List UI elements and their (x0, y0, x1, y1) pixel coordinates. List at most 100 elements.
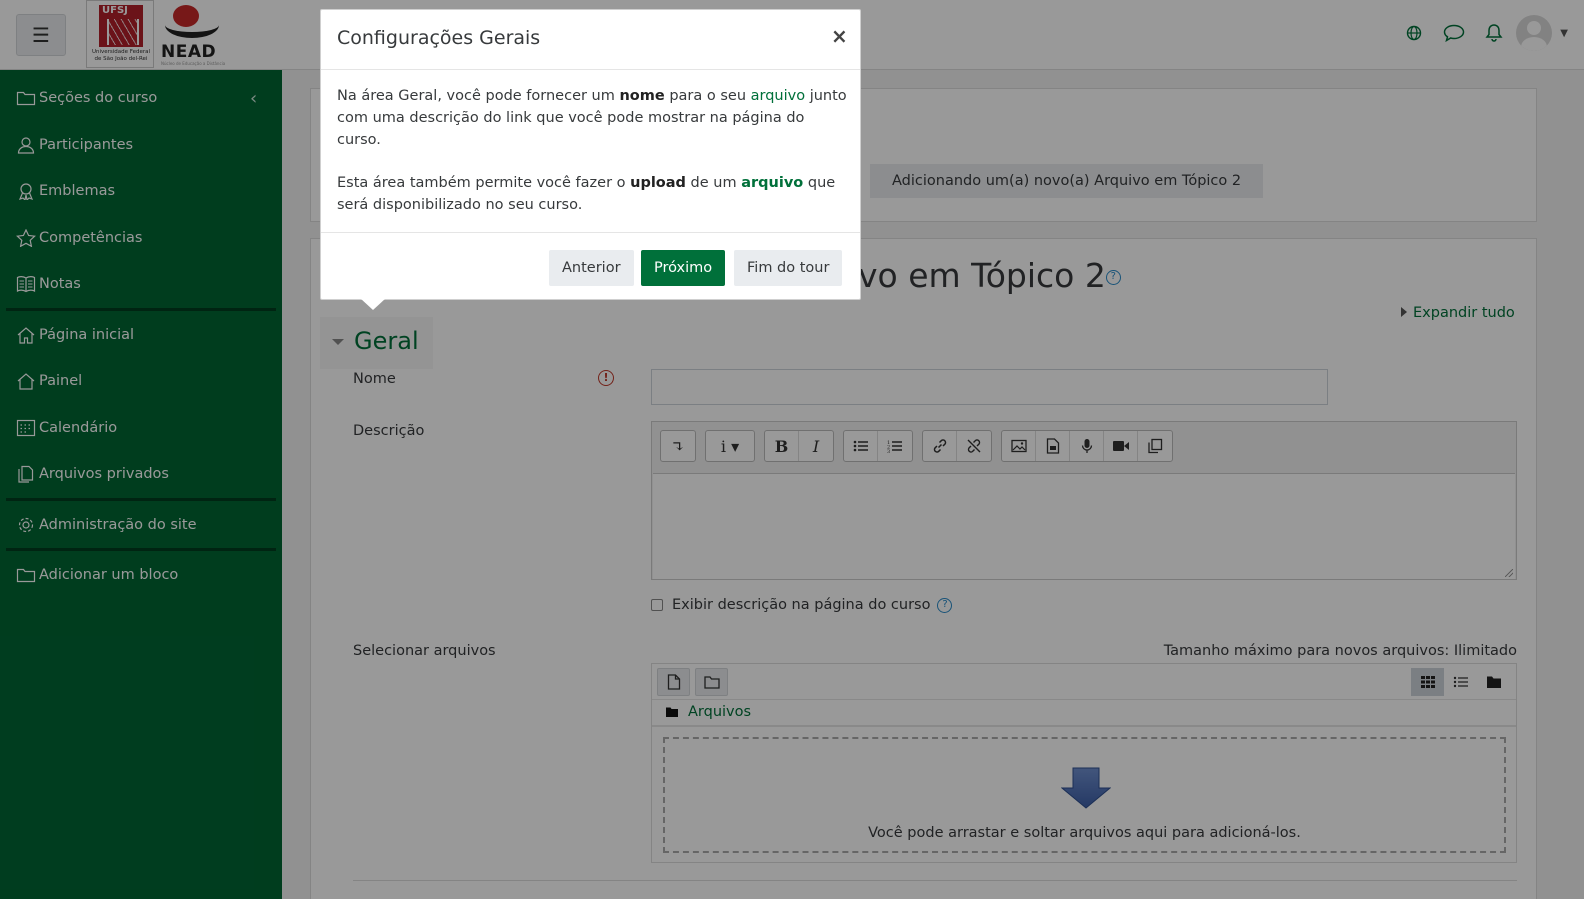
user-menu-caret-icon[interactable]: ▼ (1560, 28, 1568, 39)
tour-paragraph-1: Na área Geral, você pode fornecer um nom… (337, 85, 847, 151)
show-description-checkbox[interactable] (651, 599, 663, 611)
message-icon[interactable] (1438, 24, 1470, 42)
users-icon (17, 137, 35, 154)
close-icon[interactable]: × (831, 24, 848, 48)
tour-paragraph-2: Esta área também permite você fazer o up… (337, 172, 847, 216)
tree-view-icon[interactable] (1477, 668, 1510, 696)
sidebar-item-label: Notas (39, 276, 81, 292)
sidebar-item-grades[interactable]: Notas (16, 271, 81, 297)
section-header-general[interactable]: Geral (332, 327, 419, 355)
calendar-icon (16, 419, 36, 437)
link-icon[interactable] (923, 431, 957, 461)
sidebar-nav: ‹ Seções do curso Participantes Emblemas… (0, 70, 282, 899)
sidebar-item-label: Administração do site (39, 517, 197, 533)
resize-handle-icon[interactable] (1505, 569, 1513, 577)
gear-icon (18, 517, 34, 533)
collapse-toolbar-icon[interactable]: ↴ (661, 431, 695, 461)
bell-icon[interactable] (1478, 23, 1510, 43)
file-manager: Arquivos Você pode arrastar e soltar arq… (651, 663, 1517, 863)
hamburger-menu-button[interactable]: ☰ (16, 14, 66, 56)
paragraph-style-icon[interactable]: i ▾ (706, 431, 754, 461)
collapse-chevron-icon[interactable]: ‹ (250, 88, 257, 109)
media-file-icon[interactable] (1036, 431, 1070, 461)
select-files-label: Selecionar arquivos (353, 643, 496, 659)
numbered-list-icon[interactable]: 123 (878, 431, 912, 461)
folder-name: Arquivos (688, 704, 752, 720)
dashboard-icon (17, 373, 35, 390)
page-title-text: vo em Tópico 2 (858, 256, 1106, 295)
dropzone-text: Você pode arrastar e soltar arquivos aqu… (868, 825, 1301, 841)
sidebar-item-private-files[interactable]: Arquivos privados (16, 461, 169, 487)
help-icon[interactable]: ? (937, 597, 953, 613)
caret-right-icon (1401, 307, 1407, 317)
tour-link[interactable]: arquivo (741, 175, 803, 191)
expand-all-link[interactable]: Expandir tudo (1401, 305, 1515, 321)
sidebar-item-label: Competências (39, 230, 143, 246)
end-tour-button[interactable]: Fim do tour (734, 250, 843, 286)
sidebar-item-site-admin[interactable]: Administração do site (16, 512, 197, 538)
sidebar-item-competencies[interactable]: Competências (16, 225, 142, 251)
sidebar-item-badges[interactable]: Emblemas (16, 178, 115, 204)
user-avatar[interactable] (1516, 15, 1553, 51)
ufsj-logo-caption: Universidade Federal de São João del-Rei (91, 49, 151, 62)
tour-text-bold: nome (619, 88, 665, 104)
show-description-label: Exibir descrição na página do curso (672, 597, 931, 613)
tour-header: Configurações Gerais × (321, 10, 860, 70)
italic-icon[interactable]: I (799, 431, 833, 461)
nead-logo[interactable]: NEAD Núcleo de Educação a Distância (155, 0, 227, 68)
microphone-icon[interactable] (1070, 431, 1104, 461)
show-description-row: Exibir descrição na página do curso ? (651, 597, 953, 613)
bullet-list-icon[interactable] (844, 431, 878, 461)
help-icon[interactable]: ? (1105, 270, 1121, 285)
tour-footer: Anterior Próximo Fim do tour (321, 232, 860, 299)
sidebar-item-calendar[interactable]: Calendário (16, 415, 117, 441)
folder-icon (703, 676, 720, 689)
file-path-breadcrumb[interactable]: Arquivos (666, 704, 751, 720)
sidebar-item-dashboard[interactable]: Painel (16, 368, 82, 394)
max-file-size: Tamanho máximo para novos arquivos: Ilim… (1163, 643, 1517, 659)
page-title: vo em Tópico 2? (858, 256, 1121, 295)
breadcrumb: Adicionando um(a) novo(a) Arquivo em Tóp… (870, 164, 1264, 198)
required-icon: ! (598, 370, 614, 386)
manage-files-icon[interactable] (1138, 431, 1172, 461)
description-editor: ↴ i ▾ B I 123 (651, 421, 1517, 580)
sidebar-item-add-block[interactable]: Adicionar um bloco (16, 562, 178, 588)
section-title: Geral (354, 327, 419, 355)
video-camera-icon[interactable] (1104, 431, 1138, 461)
tour-title: Configurações Gerais (337, 27, 541, 49)
name-label: Nome (353, 371, 396, 387)
sidebar-item-participants[interactable]: Participantes (16, 132, 133, 158)
tour-text: Na área Geral, você pode fornecer um (337, 88, 620, 104)
tour-text: de um (685, 175, 742, 191)
sidebar-item-course-sections[interactable]: Seções do curso (16, 85, 157, 111)
tour-body: Na área Geral, você pode fornecer um nom… (337, 85, 847, 237)
nead-logo-tagline: Núcleo de Educação a Distância (161, 61, 226, 66)
sidebar-item-home[interactable]: Página inicial (16, 322, 134, 348)
ufsj-logo[interactable]: UFSJ Universidade Federal de São João de… (86, 0, 154, 68)
bold-icon[interactable]: B (765, 431, 799, 461)
create-folder-button[interactable] (695, 668, 728, 696)
file-dropzone[interactable]: Você pode arrastar e soltar arquivos aqu… (663, 737, 1506, 853)
name-input[interactable] (651, 369, 1328, 405)
globe-icon[interactable] (1398, 25, 1430, 41)
previous-button[interactable]: Anterior (549, 250, 634, 286)
sidebar-item-label: Emblemas (39, 183, 116, 199)
tour-popover: Configurações Gerais × Na área Geral, vo… (320, 9, 861, 300)
sidebar-item-label: Página inicial (39, 327, 135, 343)
add-file-button[interactable] (657, 668, 690, 696)
list-view-icon[interactable] (1444, 668, 1477, 696)
nead-logo-text: NEAD (161, 42, 217, 62)
grid-view-icon[interactable] (1411, 668, 1444, 696)
file-manager-divider (652, 725, 1516, 727)
folder-icon (16, 91, 36, 106)
view-switcher (1411, 668, 1510, 696)
next-button[interactable]: Próximo (641, 250, 726, 286)
svg-text:3: 3 (887, 449, 890, 453)
image-icon[interactable] (1002, 431, 1036, 461)
form-divider (353, 880, 1517, 881)
tour-link[interactable]: arquivo (751, 88, 805, 104)
description-textarea[interactable] (653, 473, 1515, 579)
expand-all-label: Expandir tudo (1413, 305, 1515, 321)
unlink-icon[interactable] (957, 431, 991, 461)
breadcrumb-current: Adicionando um(a) novo(a) Arquivo em Tóp… (892, 173, 1242, 189)
